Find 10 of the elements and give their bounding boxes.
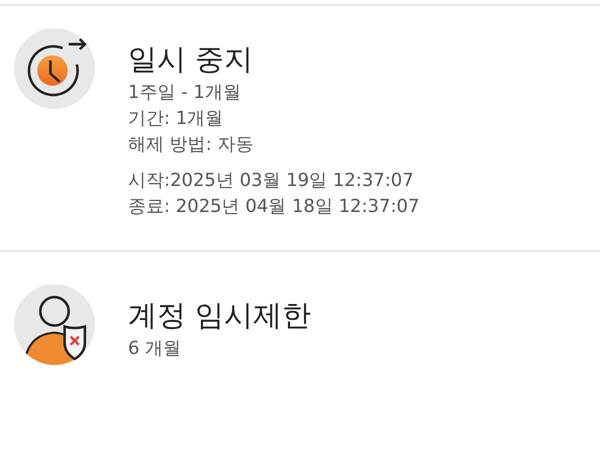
item-title: 계정 임시제한 [128, 297, 312, 334]
detail-text: 종료: 2025년 04월 18일 12:37:07 [128, 195, 420, 219]
detail-text: 1주일 - 1개월 [128, 81, 242, 105]
detail-text: 6 개월 [128, 337, 182, 361]
user-shield-icon [14, 284, 95, 365]
detail-text: 해제 방법: 자동 [128, 133, 255, 157]
detail-text: 시작:2025년 03월 19일 12:37:07 [128, 169, 415, 193]
clock-icon [14, 28, 95, 109]
item-title: 일시 중지 [128, 41, 254, 78]
detail-text: 기간: 1개월 [128, 107, 224, 131]
